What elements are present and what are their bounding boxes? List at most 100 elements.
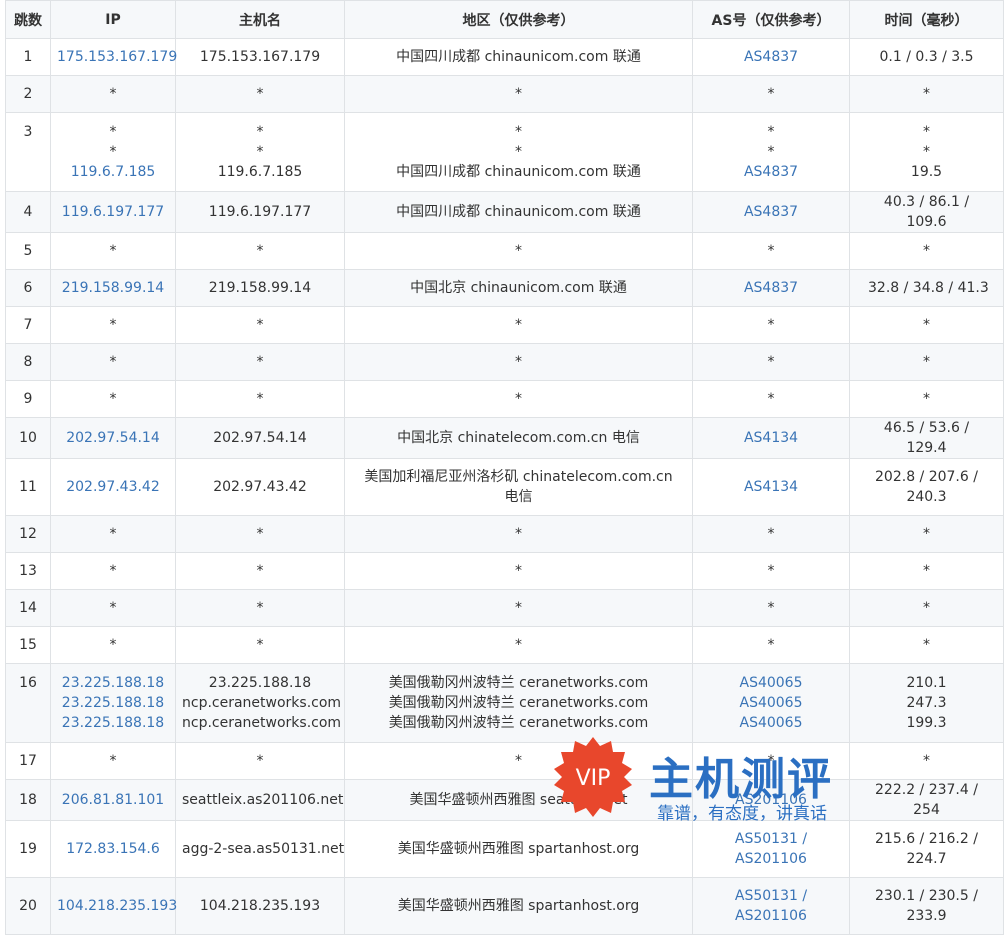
asn-link[interactable]: AS201106 bbox=[733, 790, 809, 810]
ip-value: * bbox=[109, 243, 117, 259]
asn-value: * bbox=[767, 600, 775, 616]
ip-link[interactable]: 175.153.167.179 bbox=[57, 47, 177, 67]
asn-value: * bbox=[767, 86, 775, 102]
ip-link[interactable]: 202.97.43.42 bbox=[57, 477, 169, 497]
ip-link[interactable]: 23.225.188.18 bbox=[57, 673, 169, 693]
cell-asn: * bbox=[692, 380, 850, 418]
table-row: 6 219.158.99.14 219.158.99.14 中国北京 chinauni… bbox=[5, 269, 1004, 307]
table-row: 13 * * * * * bbox=[5, 552, 1004, 590]
time-value: * bbox=[923, 124, 930, 140]
asn-link[interactable]: AS4837 bbox=[733, 202, 809, 222]
cell-region: * bbox=[344, 552, 693, 590]
asn-link[interactable]: AS50131 / AS201106 bbox=[733, 829, 809, 869]
cell-asn: AS4837 bbox=[692, 191, 850, 233]
cell-time: 222.2 / 237.4 / 254 bbox=[849, 779, 1004, 821]
cell-ip: * bbox=[50, 232, 176, 270]
region-value: 美国俄勒冈州波特兰 ceranetworks.com bbox=[388, 675, 649, 691]
cell-asn: * bbox=[692, 552, 850, 590]
host-value: seattleix.as201106.net bbox=[182, 792, 344, 808]
cell-hop: 4 bbox=[5, 191, 51, 233]
cell-asn: AS4134 bbox=[692, 458, 850, 516]
ip-link[interactable]: 23.225.188.18 bbox=[57, 713, 169, 733]
cell-ip: 219.158.99.14 bbox=[50, 269, 176, 307]
asn-link[interactable]: AS4837 bbox=[733, 47, 809, 67]
cell-time: * bbox=[849, 589, 1004, 627]
cell-region: 美国华盛顿州西雅图 seattleix.net bbox=[344, 779, 693, 821]
cell-region: 美国华盛顿州西雅图 spartanhost.org bbox=[344, 877, 693, 935]
cell-region: 美国俄勒冈州波特兰 ceranetworks.com 美国俄勒冈州波特兰 cera… bbox=[344, 663, 693, 743]
table-row: 19 172.83.154.6 agg-2-sea.as50131.net 美国华盛顿… bbox=[5, 820, 1004, 878]
asn-link[interactable]: AS40065 bbox=[733, 713, 809, 733]
ip-link[interactable]: 119.6.197.177 bbox=[57, 202, 169, 222]
header-asn[interactable]: AS号（仅供参考） bbox=[692, 0, 850, 39]
asn-link[interactable]: AS50131 / AS201106 bbox=[733, 886, 809, 926]
cell-ip: * bbox=[50, 75, 176, 113]
ip-link[interactable]: 172.83.154.6 bbox=[57, 839, 169, 859]
asn-link[interactable]: AS4837 bbox=[733, 162, 809, 182]
table-row: 17 * * * * * bbox=[5, 742, 1004, 780]
cell-time: 202.8 / 207.6 / 240.3 bbox=[849, 458, 1004, 516]
host-value: * bbox=[256, 753, 264, 769]
ip-link[interactable]: 23.225.188.18 bbox=[57, 693, 169, 713]
cell-hostname: * bbox=[175, 626, 345, 664]
asn-link[interactable]: AS4134 bbox=[733, 477, 809, 497]
region-value: 美国华盛顿州西雅图 spartanhost.org bbox=[397, 841, 640, 857]
table-row: 16 23.225.188.18 23.225.188.18 23.225.188.1… bbox=[5, 663, 1004, 743]
cell-time: 32.8 / 34.8 / 41.3 bbox=[849, 269, 1004, 307]
asn-link[interactable]: AS40065 bbox=[733, 673, 809, 693]
host-value: 104.218.235.193 bbox=[199, 898, 321, 914]
ip-value: * bbox=[109, 144, 117, 160]
asn-link[interactable]: AS4837 bbox=[733, 278, 809, 298]
ip-link[interactable]: 206.81.81.101 bbox=[57, 790, 169, 810]
host-value: ncp.ceranetworks.com bbox=[182, 695, 342, 711]
ip-link[interactable]: 202.97.54.14 bbox=[57, 428, 169, 448]
table-row: 12 * * * * * bbox=[5, 515, 1004, 553]
cell-region: * * 中国四川成都 chinaunicom.com 联通 bbox=[344, 112, 693, 192]
ip-link[interactable]: 219.158.99.14 bbox=[57, 278, 169, 298]
ip-link[interactable]: 119.6.7.185 bbox=[57, 162, 169, 182]
cell-hop: 2 bbox=[5, 75, 51, 113]
cell-ip: * bbox=[50, 380, 176, 418]
header-hop[interactable]: 跳数 bbox=[5, 0, 51, 39]
cell-region: * bbox=[344, 626, 693, 664]
cell-asn: AS4837 bbox=[692, 269, 850, 307]
table-row: 9 * * * * * bbox=[5, 380, 1004, 418]
cell-hop: 19 bbox=[5, 820, 51, 878]
time-value: * bbox=[923, 637, 930, 653]
host-value: 119.6.7.185 bbox=[217, 164, 303, 180]
cell-asn: AS201106 bbox=[692, 779, 850, 821]
time-value: * bbox=[923, 317, 930, 333]
traceroute-table: 跳数 IP 主机名 地区（仅供参考） AS号（仅供参考） 时间（毫秒） 1 175… bbox=[5, 0, 1004, 935]
cell-region: 美国华盛顿州西雅图 spartanhost.org bbox=[344, 820, 693, 878]
ip-link[interactable]: 104.218.235.193 bbox=[57, 896, 177, 916]
header-ip[interactable]: IP bbox=[50, 0, 176, 39]
cell-asn: * bbox=[692, 75, 850, 113]
cell-hop: 18 bbox=[5, 779, 51, 821]
host-value: 219.158.99.14 bbox=[208, 280, 312, 296]
time-value: 215.6 / 216.2 / 224.7 bbox=[875, 831, 978, 867]
region-value: * bbox=[515, 637, 522, 653]
cell-time: * bbox=[849, 306, 1004, 344]
region-value: 中国北京 chinaunicom.com 联通 bbox=[410, 280, 627, 296]
region-value: 美国华盛顿州西雅图 spartanhost.org bbox=[397, 898, 640, 914]
cell-time: * * 19.5 bbox=[849, 112, 1004, 192]
asn-link[interactable]: AS40065 bbox=[733, 693, 809, 713]
time-value: * bbox=[923, 526, 930, 542]
asn-link[interactable]: AS4134 bbox=[733, 428, 809, 448]
ip-value: * bbox=[109, 317, 117, 333]
region-value: * bbox=[515, 144, 522, 160]
cell-hop: 15 bbox=[5, 626, 51, 664]
table-row: 4 119.6.197.177 119.6.197.177 中国四川成都 chinau… bbox=[5, 191, 1004, 233]
cell-time: * bbox=[849, 232, 1004, 270]
header-region[interactable]: 地区（仅供参考） bbox=[344, 0, 693, 39]
host-value: 202.97.43.42 bbox=[213, 479, 307, 495]
time-value: * bbox=[923, 600, 930, 616]
cell-hop: 12 bbox=[5, 515, 51, 553]
cell-hostname: * bbox=[175, 552, 345, 590]
asn-value: * bbox=[767, 317, 775, 333]
header-time[interactable]: 时间（毫秒） bbox=[849, 0, 1004, 39]
header-hostname[interactable]: 主机名 bbox=[175, 0, 345, 39]
table-row: 14 * * * * * bbox=[5, 589, 1004, 627]
region-value: 中国四川成都 chinaunicom.com 联通 bbox=[396, 164, 641, 180]
cell-hop: 13 bbox=[5, 552, 51, 590]
